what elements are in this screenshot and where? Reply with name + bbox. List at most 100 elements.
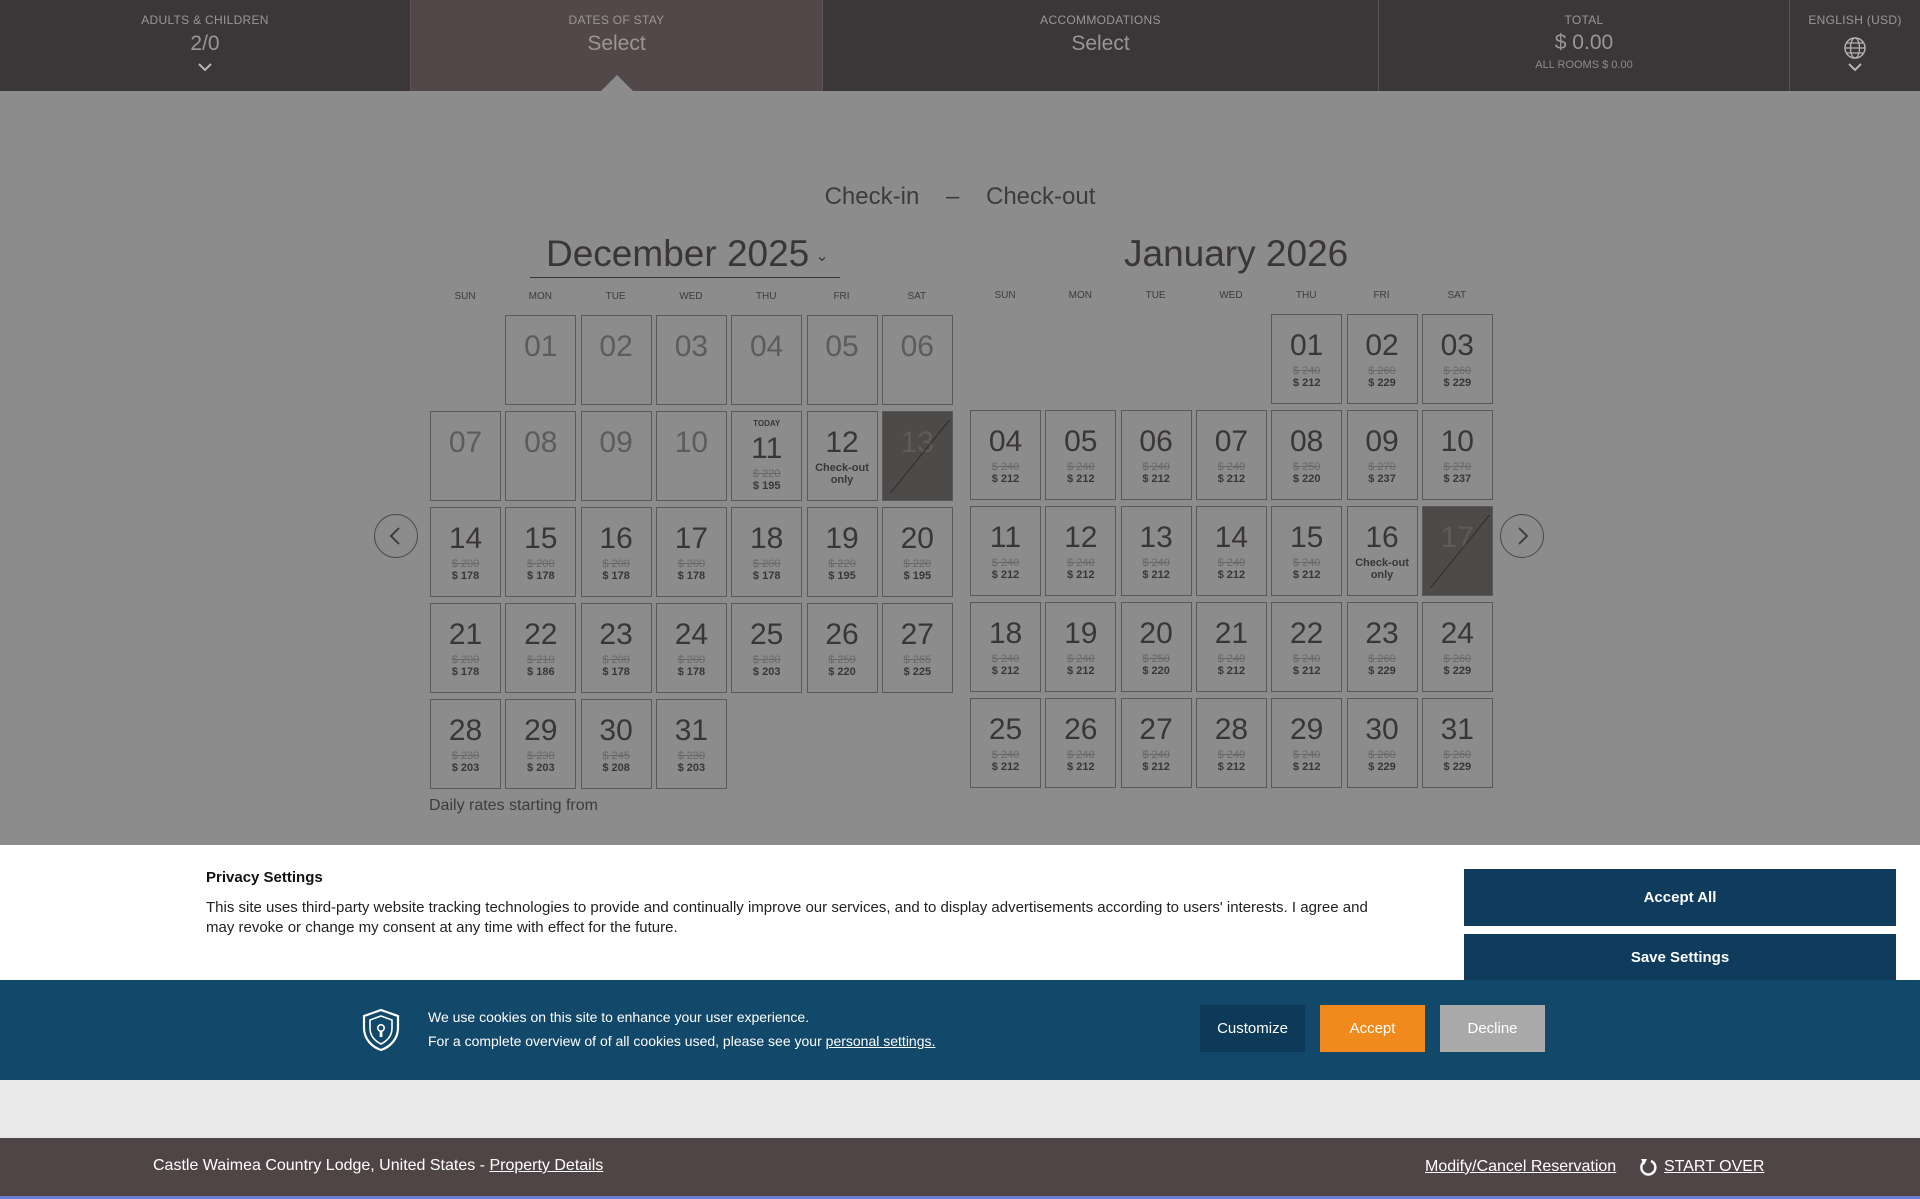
day-cell[interactable]: 25 $ 230 $ 203 bbox=[731, 603, 803, 693]
day-cell[interactable]: 15 $ 240 $ 212 bbox=[1271, 506, 1343, 596]
day-number: 18 bbox=[988, 617, 1023, 650]
original-price: $ 260 bbox=[1368, 365, 1396, 377]
day-cell[interactable]: 26 $ 250 $ 220 bbox=[806, 603, 878, 693]
day-number: 14 bbox=[1214, 521, 1249, 554]
day-cell[interactable]: 12 $ 240 $ 212 bbox=[1045, 506, 1117, 596]
discounted-price: $ 203 bbox=[451, 762, 480, 774]
cookie-banner: We use cookies on this site to enhance y… bbox=[0, 980, 1920, 1080]
day-number: 30 bbox=[1365, 713, 1399, 746]
original-price: $ 240 bbox=[1292, 557, 1321, 569]
language-selector[interactable]: ENGLISH (USD) bbox=[1790, 0, 1920, 91]
accommodations-selector[interactable]: ACCOMMODATIONS Select bbox=[823, 0, 1379, 91]
day-cell[interactable]: 19 $ 240 $ 212 bbox=[1045, 602, 1117, 692]
previous-month-button[interactable] bbox=[374, 514, 418, 558]
day-cell[interactable]: 14 $ 200 $ 178 bbox=[430, 507, 501, 597]
accept-button[interactable]: Accept bbox=[1320, 1005, 1425, 1052]
day-cell[interactable]: 23 $ 260 $ 229 bbox=[1346, 602, 1418, 692]
save-settings-button[interactable]: Save Settings bbox=[1464, 934, 1896, 980]
weekday-label: MON bbox=[528, 291, 552, 302]
total-value: $ 0.00 bbox=[1554, 31, 1614, 54]
day-cell[interactable]: 12 Check-out only bbox=[806, 411, 878, 501]
accept-all-button[interactable]: Accept All bbox=[1464, 869, 1896, 926]
day-cell: 06 bbox=[881, 315, 953, 405]
day-cell[interactable]: 29 $ 240 $ 212 bbox=[1271, 698, 1343, 788]
discounted-price: $ 212 bbox=[1292, 665, 1321, 677]
day-cell[interactable]: 29 $ 230 $ 203 bbox=[505, 699, 577, 789]
day-cell[interactable]: 09 $ 270 $ 237 bbox=[1346, 410, 1418, 500]
chevron-down-icon: ⌄ bbox=[815, 248, 829, 266]
checkout-label: Check-out bbox=[986, 183, 1096, 210]
day-cell[interactable]: 25 $ 240 $ 212 bbox=[970, 698, 1041, 788]
day-cell[interactable]: 20 $ 220 $ 195 bbox=[881, 507, 953, 597]
day-cell[interactable]: 08 $ 250 $ 220 bbox=[1271, 410, 1343, 500]
property-details-link[interactable]: Property Details bbox=[489, 1157, 603, 1174]
month-select-december[interactable]: December 2025 ⌄ bbox=[530, 233, 840, 278]
discounted-price: $ 178 bbox=[527, 570, 555, 582]
day-cell[interactable]: 31 $ 230 $ 203 bbox=[655, 699, 727, 789]
day-cell[interactable]: 18 $ 200 $ 178 bbox=[731, 507, 803, 597]
day-cell[interactable]: 02 $ 260 $ 229 bbox=[1346, 314, 1418, 404]
day-cell[interactable]: 16 $ 200 $ 178 bbox=[580, 507, 652, 597]
day-cell[interactable]: 27 $ 240 $ 212 bbox=[1120, 698, 1192, 788]
day-number: 13 bbox=[1139, 521, 1173, 554]
day-cell[interactable]: 01 $ 240 $ 212 bbox=[1271, 314, 1343, 404]
day-cell[interactable]: 24 $ 260 $ 229 bbox=[1421, 602, 1493, 692]
discounted-price: $ 208 bbox=[602, 762, 630, 774]
next-month-button[interactable] bbox=[1500, 514, 1544, 558]
day-cell[interactable]: 07 $ 240 $ 212 bbox=[1195, 410, 1267, 500]
original-price: $ 240 bbox=[1067, 653, 1095, 665]
day-cell[interactable]: 18 $ 240 $ 212 bbox=[970, 602, 1041, 692]
day-number: 22 bbox=[524, 618, 558, 651]
start-over-label: START OVER bbox=[1664, 1158, 1765, 1175]
day-cell[interactable]: 19 $ 220 $ 195 bbox=[806, 507, 878, 597]
day-cell[interactable]: 24 $ 200 $ 178 bbox=[655, 603, 727, 693]
day-number: 28 bbox=[448, 714, 483, 747]
day-cell[interactable]: 16 Check-out only bbox=[1346, 506, 1418, 596]
discounted-price: $ 212 bbox=[1217, 569, 1246, 581]
day-cell[interactable]: 17 $ 200 $ 178 bbox=[655, 507, 727, 597]
total-summary: TOTAL $ 0.00 ALL ROOMS $ 0.00 bbox=[1379, 0, 1790, 91]
day-cell[interactable]: 15 $ 200 $ 178 bbox=[505, 507, 577, 597]
day-cell[interactable]: 11 $ 240 $ 212 bbox=[970, 506, 1041, 596]
discounted-price: $ 212 bbox=[1067, 473, 1095, 485]
customize-button[interactable]: Customize bbox=[1200, 1005, 1305, 1052]
day-cell[interactable]: 31 $ 260 $ 229 bbox=[1421, 698, 1493, 788]
day-cell[interactable]: 05 $ 240 $ 212 bbox=[1045, 410, 1117, 500]
day-cell[interactable]: 03 $ 260 $ 229 bbox=[1421, 314, 1493, 404]
day-cell[interactable]: 04 $ 240 $ 212 bbox=[970, 410, 1041, 500]
day-cell[interactable]: 26 $ 240 $ 212 bbox=[1045, 698, 1117, 788]
day-cell[interactable]: 22 $ 240 $ 212 bbox=[1271, 602, 1343, 692]
day-cell[interactable]: 28 $ 240 $ 212 bbox=[1195, 698, 1267, 788]
day-number: 30 bbox=[599, 714, 633, 747]
day-cell[interactable]: 13 $ 240 $ 212 bbox=[1120, 506, 1192, 596]
day-cell[interactable]: 30 $ 245 $ 208 bbox=[580, 699, 652, 789]
cookie-overview: For a complete overview of of all cookie… bbox=[428, 1033, 935, 1049]
day-number: 23 bbox=[1365, 617, 1399, 650]
day-number: 29 bbox=[524, 714, 558, 747]
original-price: $ 240 bbox=[1217, 749, 1246, 761]
decline-button[interactable]: Decline bbox=[1440, 1005, 1545, 1052]
chevron-down-icon[interactable] bbox=[1848, 62, 1862, 72]
day-cell[interactable]: 06 $ 240 $ 212 bbox=[1120, 410, 1192, 500]
day-cell[interactable]: 27 $ 265 $ 225 bbox=[881, 603, 953, 693]
chevron-down-icon[interactable] bbox=[198, 62, 212, 72]
day-cell[interactable]: 20 $ 250 $ 220 bbox=[1120, 602, 1192, 692]
day-cell[interactable]: 14 $ 240 $ 212 bbox=[1195, 506, 1267, 596]
day-cell[interactable]: 21 $ 240 $ 212 bbox=[1195, 602, 1267, 692]
day-number: 16 bbox=[1365, 521, 1399, 554]
property-name: Castle Waimea Country Lodge, United Stat… bbox=[153, 1157, 490, 1174]
day-cell[interactable]: 22 $ 210 $ 186 bbox=[505, 603, 577, 693]
day-cell[interactable]: 28 $ 230 $ 203 bbox=[430, 699, 501, 789]
dates-selector[interactable]: DATES OF STAY Select bbox=[411, 0, 823, 92]
personal-settings-link[interactable]: personal settings. bbox=[826, 1033, 936, 1049]
day-number: 04 bbox=[750, 330, 784, 363]
day-cell[interactable]: 30 $ 260 $ 229 bbox=[1346, 698, 1418, 788]
modify-cancel-link[interactable]: Modify/Cancel Reservation bbox=[1425, 1158, 1616, 1176]
start-over-button[interactable]: START OVER bbox=[1638, 1156, 1764, 1178]
day-cell[interactable]: 23 $ 200 $ 178 bbox=[580, 603, 652, 693]
guests-selector[interactable]: ADULTS & CHILDREN 2/0 bbox=[0, 0, 411, 91]
day-cell[interactable]: 10 $ 270 $ 237 bbox=[1421, 410, 1493, 500]
day-number: 28 bbox=[1214, 713, 1249, 746]
day-cell[interactable]: 21 $ 200 $ 178 bbox=[430, 603, 501, 693]
day-cell[interactable]: TODAY 11 $ 220 $ 195 bbox=[731, 411, 803, 501]
